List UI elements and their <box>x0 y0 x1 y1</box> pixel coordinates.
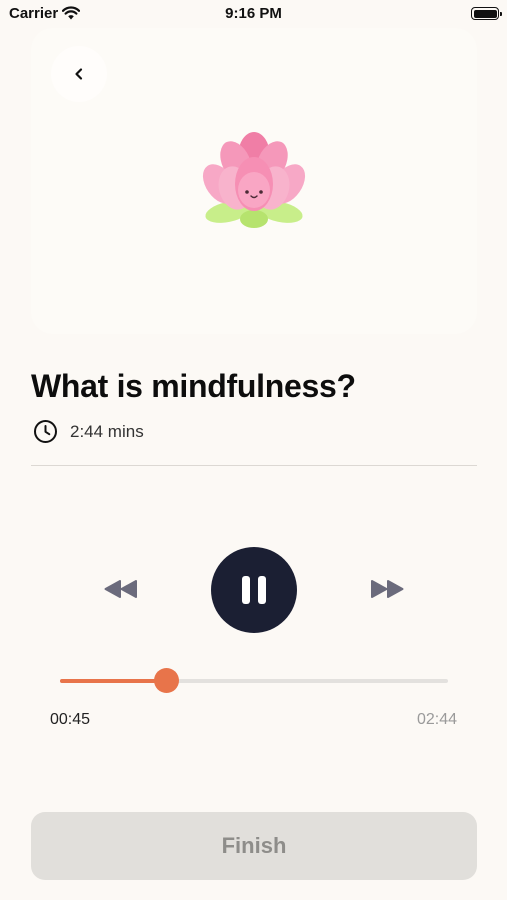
progress-track[interactable] <box>60 668 448 693</box>
progress-thumb[interactable] <box>154 668 180 693</box>
divider <box>31 465 477 466</box>
clock-icon <box>34 420 57 443</box>
pause-icon <box>258 576 266 604</box>
battery-icon <box>471 7 502 20</box>
duration-label: 2:44 mins <box>70 421 144 441</box>
duration-row: 2:44 mins <box>33 419 144 444</box>
finish-button[interactable]: Finish <box>31 812 477 880</box>
status-time: 9:16 PM <box>225 5 282 22</box>
fast-forward-icon[interactable] <box>369 578 405 600</box>
total-time: 02:44 <box>416 711 457 728</box>
pause-icon <box>242 576 250 604</box>
progress-fill <box>60 679 167 683</box>
lotus-illustration <box>202 132 306 228</box>
rewind-icon[interactable] <box>103 578 139 600</box>
player-screen: Carrier 9:16 PM What is mindfulness? 2:4… <box>0 0 507 900</box>
pause-button[interactable] <box>211 547 297 633</box>
back-button[interactable] <box>51 46 107 102</box>
status-bar: Carrier 9:16 PM <box>0 0 507 28</box>
page-title: What is mindfulness? <box>31 368 356 404</box>
chevron-left-icon <box>75 68 83 80</box>
elapsed-time: 00:45 <box>50 711 91 728</box>
